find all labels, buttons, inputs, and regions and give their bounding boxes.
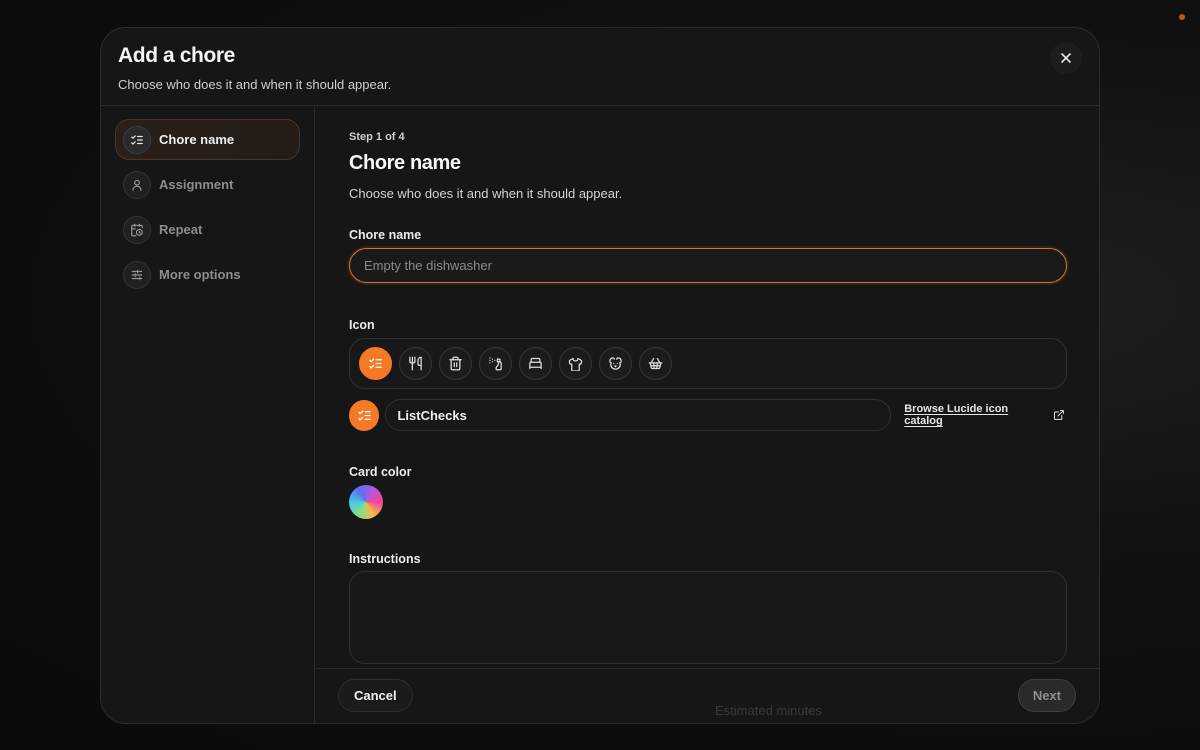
estimated-minutes-label: Estimated minutes	[715, 703, 822, 718]
icon-option-trash[interactable]	[439, 347, 472, 380]
icon-option-basket[interactable]	[639, 347, 672, 380]
instructions-label: Instructions	[349, 552, 421, 566]
instructions-textarea[interactable]	[349, 571, 1067, 664]
bed-icon	[529, 357, 542, 370]
icon-option-spray-bottle[interactable]	[479, 347, 512, 380]
sidebar-item-label: Repeat	[159, 222, 203, 237]
trash-icon	[449, 356, 462, 371]
browse-link-label: Browse Lucide icon catalog	[904, 403, 1009, 427]
utensils-icon	[409, 356, 422, 371]
sidebar-item-chore-name[interactable]: Chore name	[115, 119, 300, 160]
selected-icon-row: ListChecks Browse Lucide icon catalog	[349, 399, 1065, 431]
icon-label: Icon	[349, 318, 375, 332]
dialog-footer: Estimated minutes Cancel Next	[315, 668, 1099, 723]
icon-option-bed[interactable]	[519, 347, 552, 380]
next-button[interactable]: Next	[1017, 679, 1076, 712]
sidebar-item-label: More options	[159, 267, 241, 282]
step-counter: Step 1 of 4	[349, 131, 405, 143]
card-color-picker[interactable]	[349, 485, 383, 519]
dialog-title: Add a chore	[118, 44, 235, 67]
dog-icon	[609, 357, 622, 370]
steps-sidebar: Chore name Assignment Repeat More option…	[101, 106, 315, 723]
spray-bottle-icon	[489, 357, 502, 371]
close-button[interactable]	[1050, 42, 1082, 74]
icon-option-dog[interactable]	[599, 347, 632, 380]
sidebar-item-repeat[interactable]: Repeat	[115, 209, 300, 250]
external-link-icon	[1054, 410, 1065, 420]
calendar-clock-icon	[123, 215, 151, 244]
dialog-subtitle: Choose who does it and when it should ap…	[118, 77, 392, 92]
dialog-header: Add a chore Choose who does it and when …	[101, 28, 1099, 106]
icon-name-field[interactable]: ListChecks	[385, 399, 892, 431]
sidebar-item-assignment[interactable]: Assignment	[115, 164, 300, 205]
icon-option-utensils[interactable]	[399, 347, 432, 380]
step-content: Step 1 of 4 Chore name Choose who does i…	[315, 106, 1099, 668]
sidebar-item-label: Assignment	[159, 177, 234, 192]
icon-option-list-checks[interactable]	[359, 347, 392, 380]
selected-icon-preview	[349, 399, 380, 431]
sidebar-item-more-options[interactable]: More options	[115, 254, 300, 295]
chore-name-label: Chore name	[349, 228, 422, 242]
chore-name-input[interactable]	[349, 248, 1067, 283]
cancel-button[interactable]: Cancel	[338, 679, 413, 712]
close-icon	[1061, 53, 1071, 63]
list-checks-icon	[123, 125, 151, 154]
section-subtitle: Choose who does it and when it should ap…	[349, 186, 623, 201]
browse-icon-catalog-link[interactable]: Browse Lucide icon catalog	[904, 403, 1065, 427]
card-color-label: Card color	[349, 465, 412, 479]
icon-option-shirt[interactable]	[559, 347, 592, 380]
sidebar-item-label: Chore name	[159, 132, 235, 147]
basket-icon	[648, 357, 663, 370]
list-checks-icon	[369, 358, 382, 369]
section-title: Chore name	[349, 152, 461, 174]
status-dot	[1179, 14, 1185, 20]
shirt-icon	[568, 357, 583, 371]
user-icon	[123, 170, 151, 199]
sliders-icon	[123, 260, 151, 289]
icon-picker	[349, 338, 1067, 389]
list-checks-icon	[357, 410, 371, 420]
add-chore-dialog: Add a chore Choose who does it and when …	[100, 27, 1100, 724]
